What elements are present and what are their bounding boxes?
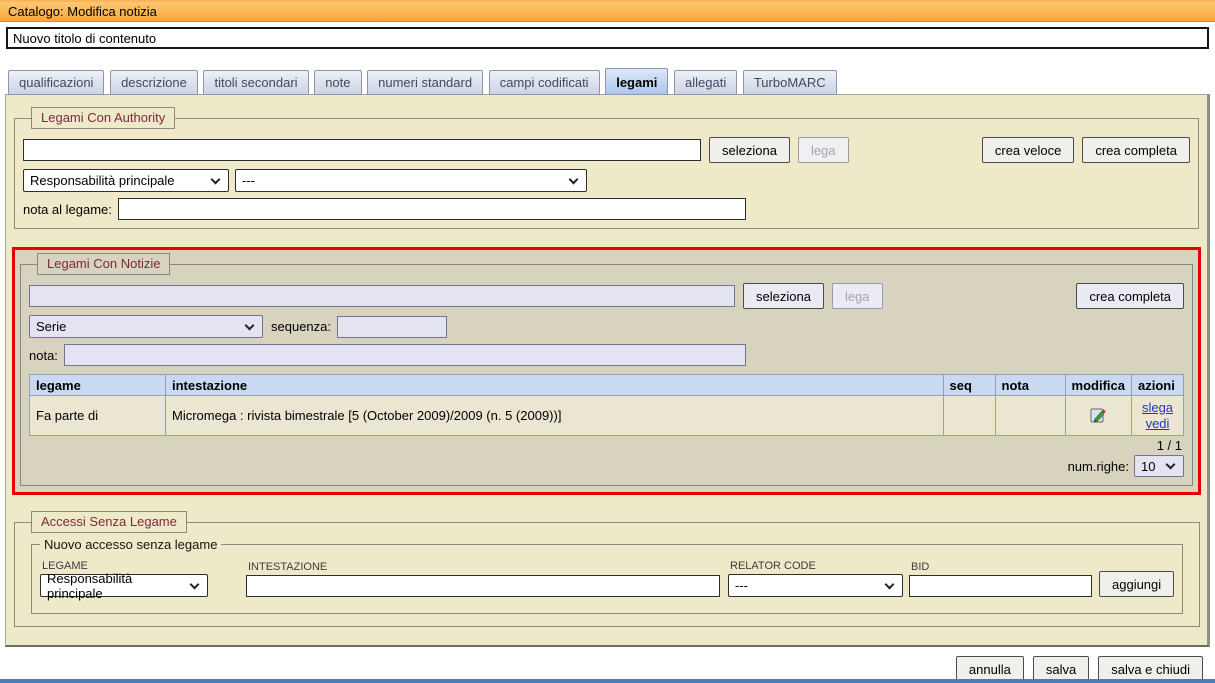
tab-bar: qualificazioni descrizione titoli second…: [8, 70, 1215, 94]
pagination-indicator: 1 / 1: [29, 438, 1184, 453]
slega-link[interactable]: slega: [1138, 400, 1177, 416]
authority-search-input[interactable]: [23, 139, 701, 161]
tab-descrizione[interactable]: descrizione: [110, 70, 198, 95]
chevron-down-icon: [569, 174, 579, 184]
cell-intestazione: Micromega : rivista bimestrale [5 (Octob…: [166, 396, 944, 436]
nuovo-accesso-legend: Nuovo accesso senza legame: [40, 537, 221, 552]
nuovo-accesso-fieldset: Nuovo accesso senza legame LEGAME Respon…: [31, 537, 1183, 614]
authority-fieldset: Legami Con Authority seleziona lega crea…: [14, 107, 1199, 229]
cell-seq: [943, 396, 995, 436]
notizie-fieldset: Legami Con Notizie seleziona lega crea c…: [20, 253, 1193, 486]
intestazione-label: INTESTAZIONE: [248, 561, 720, 573]
chevron-down-icon: [885, 579, 895, 589]
authority-subtype-select[interactable]: ---: [235, 169, 587, 192]
authority-seleziona-button[interactable]: seleziona: [709, 137, 790, 163]
accessi-fieldset: Accessi Senza Legame Nuovo accesso senza…: [14, 511, 1200, 627]
tab-qualificazioni[interactable]: qualificazioni: [8, 70, 104, 95]
authority-legend: Legami Con Authority: [31, 107, 175, 129]
table-header-row: legame intestazione seq nota modifica az…: [30, 375, 1184, 396]
col-azioni: azioni: [1132, 375, 1184, 396]
vedi-link[interactable]: vedi: [1138, 416, 1177, 432]
table-row: Fa parte di Micromega : rivista bimestra…: [30, 396, 1184, 436]
chevron-down-icon: [190, 579, 200, 589]
aggiungi-button[interactable]: aggiungi: [1099, 571, 1174, 597]
nota-al-legame-label: nota al legame:: [23, 202, 112, 217]
bid-input[interactable]: [909, 575, 1092, 597]
page-title: Catalogo: Modifica notizia: [8, 4, 157, 19]
legami-table: legame intestazione seq nota modifica az…: [29, 374, 1184, 436]
notizie-seleziona-button[interactable]: seleziona: [743, 283, 824, 309]
authority-nota-input[interactable]: [118, 198, 746, 220]
num-righe-label: num.righe:: [1068, 459, 1129, 474]
col-nota: nota: [995, 375, 1065, 396]
tab-allegati[interactable]: allegati: [674, 70, 737, 95]
edit-icon[interactable]: [1089, 405, 1108, 427]
tab-campi-codificati[interactable]: campi codificati: [489, 70, 600, 95]
num-righe-select[interactable]: 10: [1134, 455, 1184, 477]
accessi-intestazione-input[interactable]: [246, 575, 720, 597]
tab-numeri-standard[interactable]: numeri standard: [367, 70, 483, 95]
cell-nota: [995, 396, 1065, 436]
accessi-legame-select[interactable]: Responsabilità principale: [40, 574, 208, 597]
tab-turbomarc[interactable]: TurboMARC: [743, 70, 837, 95]
accessi-legend: Accessi Senza Legame: [31, 511, 187, 533]
record-title-input[interactable]: [6, 27, 1209, 49]
notizie-type-select[interactable]: Serie: [29, 315, 263, 338]
sequenza-label: sequenza:: [271, 319, 331, 334]
relator-code-select[interactable]: ---: [728, 574, 903, 597]
nota-label: nota:: [29, 348, 58, 363]
bottom-blue-bar: [0, 679, 1215, 683]
authority-crea-completa-button[interactable]: crea completa: [1082, 137, 1190, 163]
chevron-down-icon: [1166, 460, 1176, 470]
notizie-crea-completa-button[interactable]: crea completa: [1076, 283, 1184, 309]
notizie-nota-input[interactable]: [64, 344, 746, 366]
notizie-lega-button[interactable]: lega: [832, 283, 883, 309]
bid-label: BID: [911, 561, 1092, 573]
col-intestazione: intestazione: [166, 375, 944, 396]
tab-legami[interactable]: legami: [605, 68, 668, 95]
col-modifica: modifica: [1065, 375, 1131, 396]
tab-note[interactable]: note: [314, 70, 361, 95]
chevron-down-icon: [211, 174, 221, 184]
notizie-search-input[interactable]: [29, 285, 735, 307]
chevron-down-icon: [245, 320, 255, 330]
authority-lega-button[interactable]: lega: [798, 137, 849, 163]
relator-code-label: RELATOR CODE: [730, 560, 903, 572]
col-seq: seq: [943, 375, 995, 396]
authority-type-select[interactable]: Responsabilità principale: [23, 169, 229, 192]
window-titlebar: Catalogo: Modifica notizia: [0, 0, 1215, 22]
crea-veloce-button[interactable]: crea veloce: [982, 137, 1074, 163]
notizie-highlight-box: Legami Con Notizie seleziona lega crea c…: [12, 247, 1201, 495]
sequenza-input[interactable]: [337, 316, 447, 338]
col-legame: legame: [30, 375, 166, 396]
notizie-legend: Legami Con Notizie: [37, 253, 170, 275]
tab-titoli-secondari[interactable]: titoli secondari: [203, 70, 308, 95]
cell-legame: Fa parte di: [30, 396, 166, 436]
legami-panel: Legami Con Authority seleziona lega crea…: [5, 94, 1210, 647]
